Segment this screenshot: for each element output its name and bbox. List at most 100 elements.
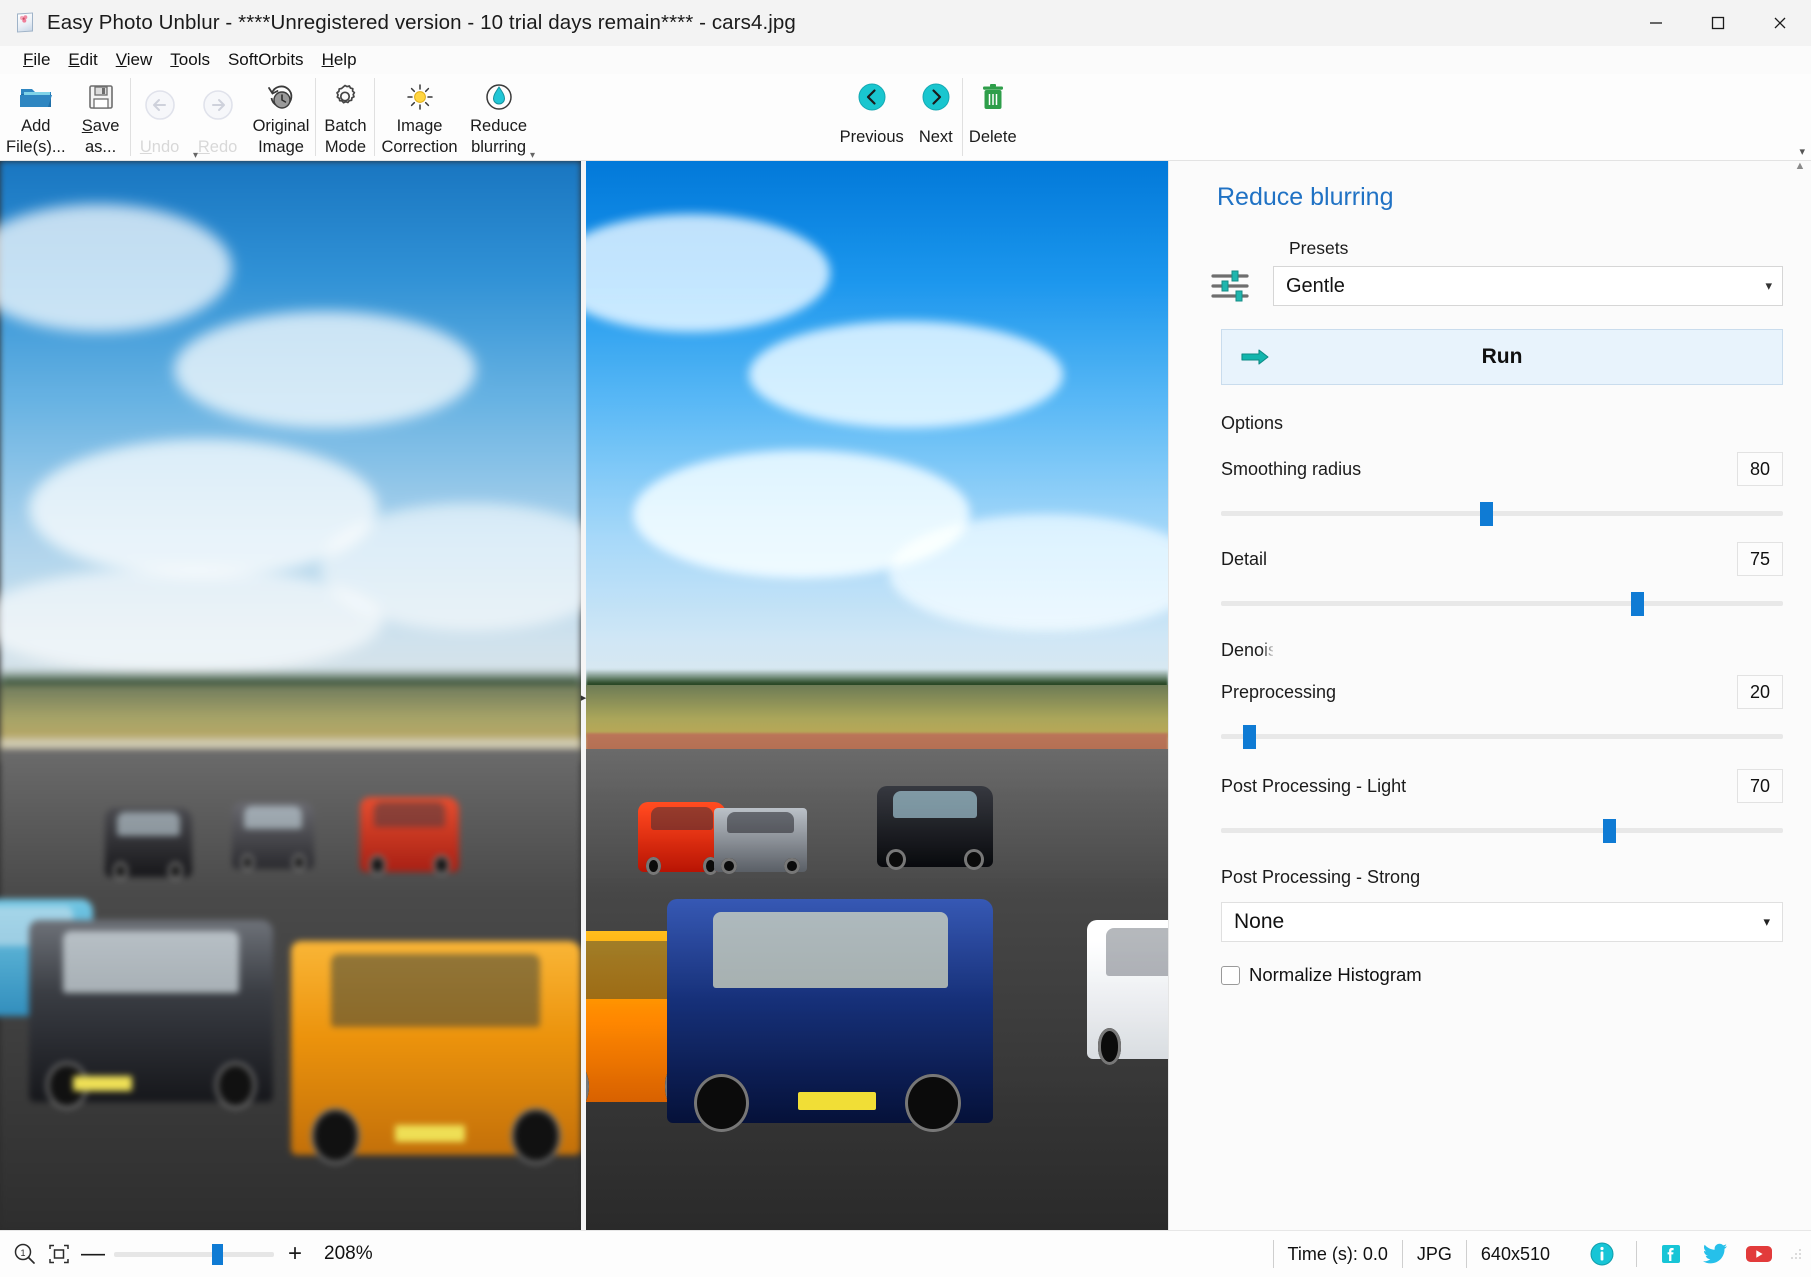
maximize-button[interactable] bbox=[1687, 0, 1749, 46]
menu-item-tools[interactable]: Tools bbox=[161, 48, 219, 72]
denoise-group-label: Denoise bbox=[1221, 640, 1273, 661]
toolbar-scroll-down-icon[interactable]: ▾ bbox=[1799, 145, 1805, 158]
save-as-label-line2: as... bbox=[85, 137, 116, 158]
result-image-view[interactable] bbox=[586, 161, 1168, 1230]
image-correction-button[interactable]: Image Correction bbox=[375, 74, 463, 158]
post-processing-light-value[interactable]: 70 bbox=[1737, 769, 1783, 803]
status-bar: 1 — + 208% Time (s): 0.0 JPG 640x510 bbox=[0, 1230, 1811, 1277]
preprocessing-value[interactable]: 20 bbox=[1737, 675, 1783, 709]
next-label: Next bbox=[919, 127, 953, 148]
status-bar-right: Time (s): 0.0 JPG 640x510 bbox=[1273, 1238, 1803, 1270]
post-processing-strong-value: None bbox=[1234, 910, 1284, 934]
info-circle-icon[interactable] bbox=[1587, 1239, 1617, 1269]
detail-value[interactable]: 75 bbox=[1737, 542, 1783, 576]
redo-button[interactable]: Redo bbox=[189, 74, 247, 158]
slider-thumb[interactable] bbox=[1603, 819, 1616, 843]
menu-item-edit[interactable]: Edit bbox=[59, 48, 106, 72]
toolbar-group-effects: Image Correction Reduce blurring ▾ bbox=[375, 74, 533, 161]
post-processing-strong-label: Post Processing - Strong bbox=[1221, 867, 1783, 888]
gear-icon bbox=[327, 80, 363, 113]
reduce-blurring-button[interactable]: Reduce blurring ▾ bbox=[464, 74, 534, 158]
app-icon bbox=[15, 12, 37, 34]
run-label: Run bbox=[1222, 345, 1782, 369]
undo-label: Undo bbox=[140, 137, 179, 158]
nav-overflow-caret-icon[interactable]: ▾ bbox=[193, 150, 198, 161]
original-image-button[interactable]: Original Image bbox=[247, 74, 316, 158]
add-files-label-line1: Add bbox=[21, 116, 50, 137]
undo-arrow-icon bbox=[142, 88, 178, 122]
application-window: Easy Photo Unblur - ****Unregistered ver… bbox=[0, 0, 1811, 1277]
toolbar: Add File(s)... Save as... bbox=[0, 74, 1811, 161]
presets-row: Gentle ▾ bbox=[1193, 265, 1783, 307]
options-label: Options bbox=[1221, 413, 1783, 434]
original-image-label-line1: Original bbox=[253, 116, 310, 137]
chevron-left-circle-icon bbox=[854, 80, 890, 114]
compare-splitter-handle[interactable]: ▸ bbox=[581, 685, 586, 711]
run-button[interactable]: Run bbox=[1221, 329, 1783, 385]
save-as-label-line1: Save bbox=[82, 116, 120, 137]
delete-label: Delete bbox=[969, 127, 1017, 148]
zoom-out-button[interactable]: — bbox=[78, 1240, 108, 1268]
twitter-bird-icon[interactable] bbox=[1700, 1239, 1730, 1269]
menu-item-view[interactable]: View bbox=[107, 48, 162, 72]
redo-arrow-icon bbox=[200, 88, 236, 122]
close-button[interactable] bbox=[1749, 0, 1811, 46]
facebook-icon[interactable] bbox=[1656, 1239, 1686, 1269]
panel-title: Reduce blurring bbox=[1217, 183, 1783, 212]
detail-slider[interactable] bbox=[1221, 592, 1783, 614]
presets-label: Presets bbox=[1289, 238, 1783, 259]
image-correction-label-line1: Image bbox=[397, 116, 443, 137]
post-processing-strong-dropdown[interactable]: None ▾ bbox=[1221, 902, 1783, 942]
normalize-histogram-row[interactable]: Normalize Histogram bbox=[1221, 964, 1783, 986]
resize-grip[interactable] bbox=[1789, 1247, 1803, 1261]
batch-mode-label-line1: Batch bbox=[324, 116, 366, 137]
save-as-button[interactable]: Save as... bbox=[72, 74, 130, 158]
zoom-slider[interactable] bbox=[114, 1244, 274, 1264]
previous-button[interactable]: Previous bbox=[834, 74, 910, 158]
preprocessing-label: Preprocessing bbox=[1221, 682, 1336, 703]
slider-thumb[interactable] bbox=[1243, 725, 1256, 749]
menu-item-help[interactable]: Help bbox=[313, 48, 366, 72]
flower-icon bbox=[18, 14, 30, 26]
minimize-button[interactable] bbox=[1625, 0, 1687, 46]
menu-item-file[interactable]: File bbox=[14, 48, 59, 72]
slider-thumb[interactable] bbox=[1631, 592, 1644, 616]
post-processing-light-label: Post Processing - Light bbox=[1221, 776, 1406, 797]
presets-dropdown[interactable]: Gentle ▾ bbox=[1273, 266, 1783, 306]
panel-scroll-up-icon[interactable]: ▲ bbox=[1793, 161, 1807, 178]
previous-label: Previous bbox=[840, 127, 904, 148]
window-title: Easy Photo Unblur - ****Unregistered ver… bbox=[47, 11, 796, 35]
post-processing-light-slider[interactable] bbox=[1221, 819, 1783, 841]
zoom-percent-label: 208% bbox=[324, 1243, 373, 1265]
chevron-right-circle-icon bbox=[918, 80, 954, 114]
image-canvas[interactable]: ▸ bbox=[0, 161, 1168, 1230]
effects-overflow-caret-icon[interactable]: ▾ bbox=[530, 150, 535, 161]
post-processing-light-option: Post Processing - Light 70 bbox=[1221, 769, 1783, 841]
batch-mode-label-line2: Mode bbox=[325, 137, 366, 158]
toolbar-group-history: Undo Redo bbox=[131, 74, 316, 161]
sliders-equalizer-icon bbox=[1207, 265, 1253, 307]
normalize-histogram-label: Normalize Histogram bbox=[1249, 964, 1422, 986]
presets-selected-value: Gentle bbox=[1286, 275, 1345, 298]
next-button[interactable]: Next bbox=[910, 74, 962, 158]
delete-button[interactable]: Delete ▾ bbox=[963, 74, 1023, 158]
magnifier-one-icon[interactable]: 1 bbox=[10, 1239, 40, 1269]
preprocessing-slider[interactable] bbox=[1221, 725, 1783, 747]
undo-button[interactable]: Undo bbox=[131, 74, 189, 158]
original-image-view[interactable] bbox=[0, 161, 581, 1230]
batch-mode-button[interactable]: Batch Mode bbox=[316, 74, 374, 158]
zoom-slider-thumb[interactable] bbox=[212, 1244, 223, 1265]
normalize-histogram-checkbox[interactable] bbox=[1221, 966, 1240, 985]
zoom-in-button[interactable]: + bbox=[280, 1240, 310, 1268]
smoothing-radius-slider[interactable] bbox=[1221, 502, 1783, 524]
window-controls bbox=[1625, 0, 1811, 46]
youtube-icon[interactable] bbox=[1744, 1239, 1774, 1269]
add-files-button[interactable]: Add File(s)... bbox=[0, 74, 72, 158]
smoothing-radius-value[interactable]: 80 bbox=[1737, 452, 1783, 486]
social-separator bbox=[1636, 1241, 1637, 1267]
processing-time-label: Time (s): 0.0 bbox=[1273, 1240, 1402, 1268]
slider-thumb[interactable] bbox=[1480, 502, 1493, 526]
menu-item-softorbits[interactable]: SoftOrbits bbox=[219, 48, 313, 72]
trash-can-icon bbox=[975, 80, 1011, 114]
fit-to-window-icon[interactable] bbox=[44, 1239, 74, 1269]
